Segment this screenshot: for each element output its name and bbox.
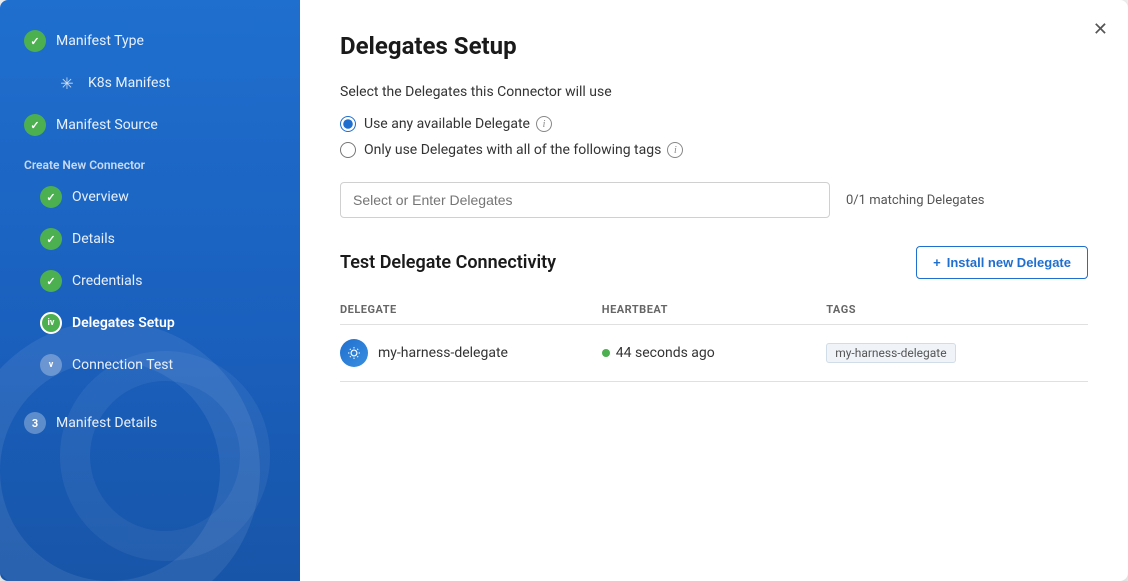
modal-container: ✓ Manifest Type ✳ K8s Manifest ✓ Manifes… [0,0,1128,581]
main-content: ✕ Delegates Setup Select the Delegates t… [300,0,1128,581]
connection-test-label: Connection Test [72,357,173,373]
details-status-icon: ✓ [40,228,62,250]
specific-delegates-radio[interactable] [340,142,356,158]
heartbeat-wrapper: 44 seconds ago [602,345,826,361]
delegate-heartbeat-cell: 44 seconds ago [602,325,826,382]
specific-delegates-option[interactable]: Only use Delegates with all of the follo… [340,142,1088,158]
close-button[interactable]: ✕ [1089,16,1112,42]
install-new-delegate-button[interactable]: + Install new Delegate [916,246,1088,279]
connection-test-status-icon: v [40,354,62,376]
delegates-setup-status-icon: iv [40,312,62,334]
sidebar-item-credentials[interactable]: ✓ Credentials [0,260,300,302]
delegate-tag-badge: my-harness-delegate [826,343,955,363]
test-connectivity-title: Test Delegate Connectivity [340,252,556,273]
manifest-details-label: Manifest Details [56,415,157,431]
sidebar-item-connection-test[interactable]: v Connection Test [0,344,300,386]
col-header-tags: TAGS [826,295,1088,325]
overview-label: Overview [72,189,129,205]
delegate-input-row: 0/1 matching Delegates [340,182,1088,218]
use-any-delegate-label: Use any available Delegate i [364,116,552,132]
delegate-name-cell: my-harness-delegate [340,325,602,382]
table-header-row: DELEGATE HEARTBEAT TAGS [340,295,1088,325]
sidebar-item-k8s-manifest[interactable]: ✳ K8s Manifest [0,62,300,104]
sidebar-item-manifest-type[interactable]: ✓ Manifest Type [0,20,300,62]
delegate-name-text: my-harness-delegate [378,345,508,361]
k8s-manifest-label: K8s Manifest [88,75,170,91]
sidebar-item-manifest-source[interactable]: ✓ Manifest Source [0,104,300,146]
delegate-name-wrapper: my-harness-delegate [340,339,602,367]
table-row: my-harness-delegate 44 seconds ago my-ha… [340,325,1088,382]
credentials-status-icon: ✓ [40,270,62,292]
delegate-icon [340,339,368,367]
sidebar-item-delegates-setup[interactable]: iv Delegates Setup [0,302,300,344]
specific-delegates-label: Only use Delegates with all of the follo… [364,142,683,158]
install-btn-plus-icon: + [933,255,941,270]
page-title: Delegates Setup [340,32,1088,60]
sidebar-item-manifest-details[interactable]: 3 Manifest Details [0,402,300,444]
test-connectivity-header-row: Test Delegate Connectivity + Install new… [340,246,1088,279]
overview-status-icon: ✓ [40,186,62,208]
delegate-snowflake-svg [347,346,361,360]
use-any-delegate-info-icon[interactable]: i [536,116,552,132]
specific-delegates-info-icon[interactable]: i [667,142,683,158]
delegate-search-input[interactable] [340,182,830,218]
delegates-setup-label: Delegates Setup [72,315,175,331]
manifest-details-status-icon: 3 [24,412,46,434]
heartbeat-status-dot [602,349,610,357]
manifest-type-label: Manifest Type [56,33,144,49]
use-any-delegate-option[interactable]: Use any available Delegate i [340,116,1088,132]
sidebar-item-overview[interactable]: ✓ Overview [0,176,300,218]
manifest-source-status-icon: ✓ [24,114,46,136]
details-label: Details [72,231,115,247]
k8s-snowflake-icon: ✳ [56,72,78,94]
delegate-selection-radio-group: Use any available Delegate i Only use De… [340,116,1088,158]
col-header-delegate: DELEGATE [340,295,602,325]
delegate-table: DELEGATE HEARTBEAT TAGS my- [340,295,1088,382]
create-connector-group-label: Create New Connector [0,146,300,176]
heartbeat-text: 44 seconds ago [616,345,715,361]
description-text: Select the Delegates this Connector will… [340,84,1088,100]
delegate-tags-cell: my-harness-delegate [826,325,1088,382]
manifest-source-label: Manifest Source [56,117,158,133]
credentials-label: Credentials [72,273,142,289]
use-any-delegate-radio[interactable] [340,116,356,132]
matching-count-text: 0/1 matching Delegates [846,193,984,208]
manifest-type-status-icon: ✓ [24,30,46,52]
sidebar-item-details[interactable]: ✓ Details [0,218,300,260]
sidebar: ✓ Manifest Type ✳ K8s Manifest ✓ Manifes… [0,0,300,581]
col-header-heartbeat: HEARTBEAT [602,295,826,325]
install-btn-label: Install new Delegate [947,255,1071,270]
